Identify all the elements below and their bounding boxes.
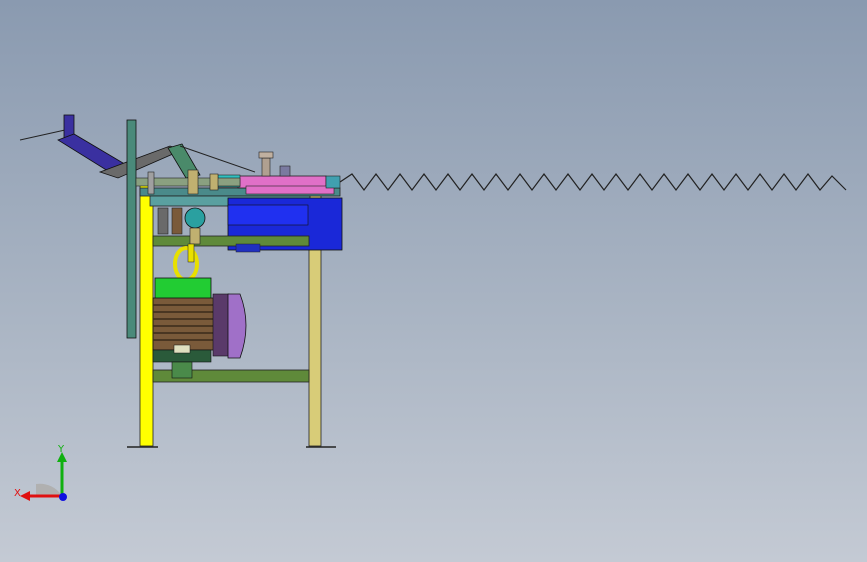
belt-plate xyxy=(126,119,137,339)
triad-plane xyxy=(36,483,62,496)
drive-gear xyxy=(184,207,206,229)
front-post xyxy=(139,181,154,447)
z-axis xyxy=(59,493,67,501)
spring-wire xyxy=(339,173,847,191)
coupler xyxy=(189,227,201,245)
coordinate-triad: Y X xyxy=(14,444,67,501)
upper-crossbar xyxy=(152,235,310,247)
input-wire xyxy=(19,129,66,141)
gearbox-cover xyxy=(227,204,309,226)
x-axis-label: X xyxy=(14,488,21,499)
machine-model[interactable] xyxy=(0,0,867,562)
cad-viewport[interactable]: Y X xyxy=(0,0,867,562)
mount-bracket xyxy=(235,243,261,253)
electric-motor xyxy=(152,277,247,379)
y-axis-label: Y xyxy=(57,444,65,455)
